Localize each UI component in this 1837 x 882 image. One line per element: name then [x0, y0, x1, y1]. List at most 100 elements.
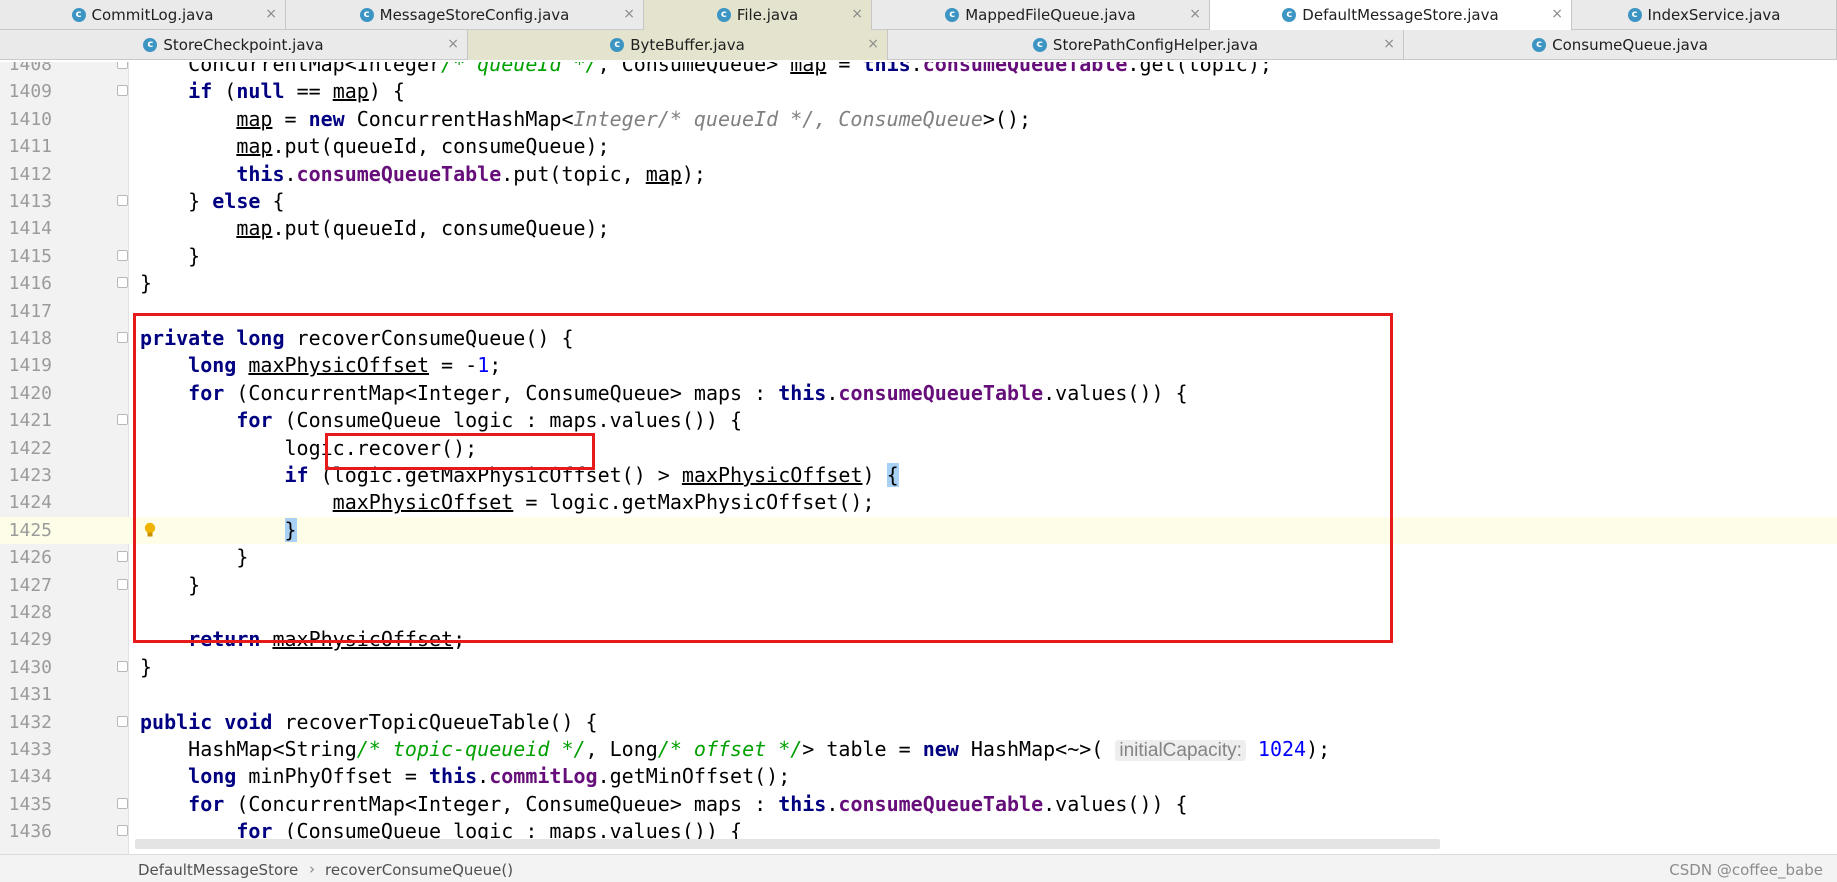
java-class-icon: c [716, 8, 731, 22]
fold-marker-icon[interactable] [117, 797, 128, 809]
code-line[interactable]: 1410 map = new ConcurrentHashMap<Integer… [0, 106, 1837, 133]
code-line[interactable]: 1430} [0, 654, 1837, 681]
breadcrumb-class[interactable]: DefaultMessageStore [138, 861, 298, 879]
code-text: ConcurrentMap<Integer/* queueId */, Cons… [140, 62, 1272, 76]
java-class-icon: c [945, 8, 960, 22]
code-line[interactable]: 1409 if (null == map) { [0, 78, 1837, 105]
code-text: } [140, 271, 153, 296]
line-number: 1414 [8, 218, 52, 240]
line-number: 1409 [8, 81, 52, 103]
fold-marker-icon[interactable] [117, 62, 128, 69]
recover-call-highlight-box [325, 433, 595, 470]
close-tab-icon[interactable]: × [867, 36, 879, 52]
tab-row1-2[interactable]: c File.java × [644, 0, 872, 30]
breadcrumb-separator: › [309, 860, 315, 878]
java-class-icon: c [359, 8, 374, 22]
code-line[interactable]: 1435 for (ConcurrentMap<Integer, Consume… [0, 791, 1837, 818]
line-number: 1435 [8, 793, 52, 815]
close-tab-icon[interactable]: × [1189, 6, 1201, 22]
line-number: 1420 [8, 382, 52, 404]
tab-row2-0[interactable]: c StoreCheckpoint.java × [0, 30, 468, 60]
close-tab-icon[interactable]: × [1383, 36, 1395, 52]
line-number: 1425 [8, 519, 52, 541]
fold-marker-icon[interactable] [117, 551, 128, 563]
java-class-icon: c [1282, 8, 1297, 22]
code-text: } else { [140, 189, 285, 213]
code-line[interactable]: 1408 ConcurrentMap<Integer/* queueId */,… [0, 62, 1837, 78]
line-number: 1432 [8, 711, 52, 733]
fold-marker-icon[interactable] [117, 277, 128, 289]
breadcrumb-method[interactable]: recoverConsumeQueue() [325, 861, 513, 879]
close-tab-icon[interactable]: × [623, 6, 635, 22]
line-number: 1417 [8, 300, 52, 322]
code-text: } [140, 654, 153, 679]
tab-row1-0[interactable]: c CommitLog.java × [0, 0, 286, 30]
java-class-icon: c [610, 38, 625, 52]
line-number: 1428 [8, 602, 52, 623]
code-text: if (null == map) { [188, 79, 405, 104]
close-tab-icon[interactable]: × [447, 36, 459, 52]
close-tab-icon[interactable]: × [1551, 6, 1563, 22]
close-tab-icon[interactable]: × [265, 6, 277, 22]
tab-row2-3[interactable]: c ConsumeQueue.java [1404, 30, 1837, 60]
fold-marker-icon[interactable] [117, 195, 128, 206]
code-line[interactable]: 1431 [0, 681, 1837, 708]
line-number: 1433 [8, 739, 52, 760]
fold-marker-icon[interactable] [117, 825, 128, 837]
tab-row2-2[interactable]: c StorePathConfigHelper.java × [888, 30, 1404, 60]
code-line[interactable]: 1411 map.put(queueId, consumeQueue); [0, 133, 1837, 160]
fold-marker-icon[interactable] [117, 85, 128, 97]
tab-label: IndexService.java [1647, 6, 1781, 24]
code-text: public void recoverTopicQueueTable() { [140, 709, 598, 734]
tab-label: CommitLog.java [91, 6, 214, 24]
method-highlight-box [133, 313, 1393, 643]
code-text: HashMap<String/* topic-queueid */, Long/… [140, 737, 1331, 761]
line-number: 1418 [8, 328, 52, 349]
code-line[interactable]: 1416} [0, 270, 1837, 297]
tab-label: File.java [736, 6, 799, 24]
fold-marker-icon[interactable] [117, 715, 128, 727]
tab-row1-4[interactable]: c DefaultMessageStore.java × [1210, 0, 1572, 30]
tab-row1-5[interactable]: c IndexService.java [1572, 0, 1837, 30]
line-number: 1421 [8, 410, 52, 432]
close-tab-icon[interactable]: × [851, 6, 863, 22]
code-line[interactable]: 1433 HashMap<String/* topic-queueid */, … [0, 736, 1837, 763]
line-number: 1419 [8, 355, 52, 377]
line-number: 1422 [8, 437, 52, 459]
line-number: 1416 [8, 273, 52, 295]
tab-row2-1[interactable]: c ByteBuffer.java × [468, 30, 888, 60]
watermark: CSDN @coffee_babe [1669, 861, 1823, 879]
line-number: 1423 [8, 465, 52, 486]
line-number: 1427 [8, 574, 52, 596]
code-line[interactable]: 1414 map.put(queueId, consumeQueue); [0, 215, 1837, 242]
code-text: } [140, 243, 201, 268]
line-number: 1434 [8, 766, 52, 788]
code-text: for (ConcurrentMap<Integer, ConsumeQueue… [188, 791, 1188, 816]
code-line[interactable]: 1434 long minPhyOffset = this.commitLog.… [0, 763, 1837, 790]
java-class-icon: c [71, 8, 86, 22]
tab-label: ByteBuffer.java [630, 36, 745, 54]
code-line[interactable]: 1412 this.consumeQueueTable.put(topic, m… [0, 161, 1837, 188]
fold-marker-icon[interactable] [117, 332, 128, 343]
fold-marker-icon[interactable] [117, 249, 128, 261]
code-editor[interactable]: 1408 ConcurrentMap<Integer/* queueId */,… [0, 62, 1837, 854]
editor-tab-bar-secondary: c StoreCheckpoint.java × c ByteBuffer.java × c… [0, 30, 1837, 60]
fold-marker-icon[interactable] [117, 578, 128, 590]
code-line[interactable]: 1413 } else { [0, 188, 1837, 215]
tab-label: MessageStoreConfig.java [379, 6, 570, 24]
tab-label: StoreCheckpoint.java [163, 36, 324, 54]
tab-row1-3[interactable]: c MappedFileQueue.java × [872, 0, 1210, 30]
code-line[interactable]: 1432 public void recoverTopicQueueTable()… [0, 709, 1837, 736]
line-number: 1424 [8, 492, 52, 514]
tab-row1-1[interactable]: c MessageStoreConfig.java × [286, 0, 644, 30]
fold-marker-icon[interactable] [117, 660, 128, 672]
tab-label: ConsumeQueue.java [1552, 36, 1708, 54]
horizontal-scrollbar[interactable] [135, 839, 1440, 849]
line-number: 1431 [8, 684, 52, 706]
code-line[interactable]: 1415 } [0, 243, 1837, 270]
fold-marker-icon[interactable] [117, 414, 128, 426]
line-number: 1410 [8, 108, 52, 130]
line-number: 1415 [8, 245, 52, 267]
line-number: 1412 [8, 163, 52, 185]
code-text: map.put(queueId, consumeQueue); [236, 134, 610, 159]
